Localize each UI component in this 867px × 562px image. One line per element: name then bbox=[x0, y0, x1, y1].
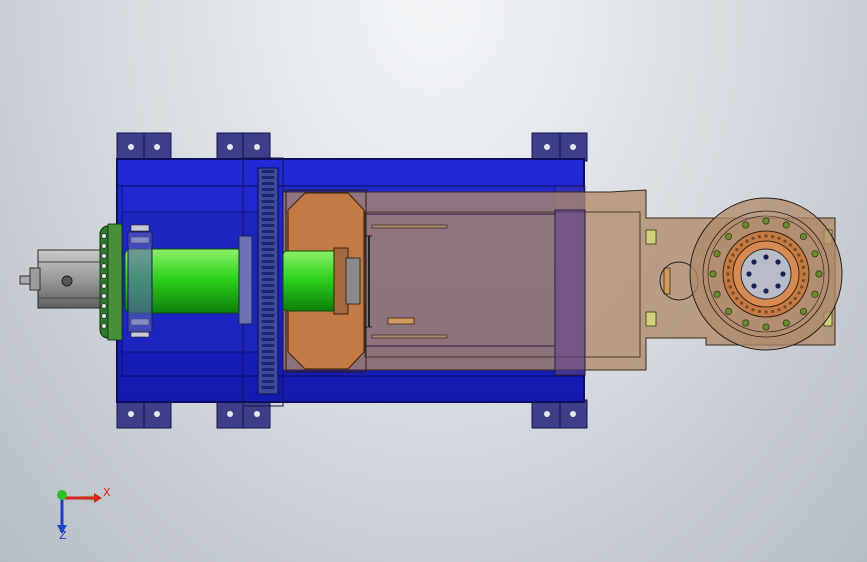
z-axis-label: Z bbox=[59, 529, 67, 542]
mounting-brackets-top bbox=[116, 132, 588, 162]
rotary-table[interactable] bbox=[689, 197, 843, 351]
servo-motor[interactable] bbox=[19, 249, 101, 309]
coordinate-triad bbox=[57, 490, 102, 534]
x-axis-label: X bbox=[103, 486, 111, 499]
y-axis-dot bbox=[57, 490, 67, 500]
cad-viewport[interactable]: X Z bbox=[0, 0, 867, 562]
assembly-drawing[interactable] bbox=[0, 0, 867, 562]
mounting-brackets-bottom bbox=[116, 399, 588, 429]
green-shaft-right[interactable] bbox=[282, 250, 339, 312]
